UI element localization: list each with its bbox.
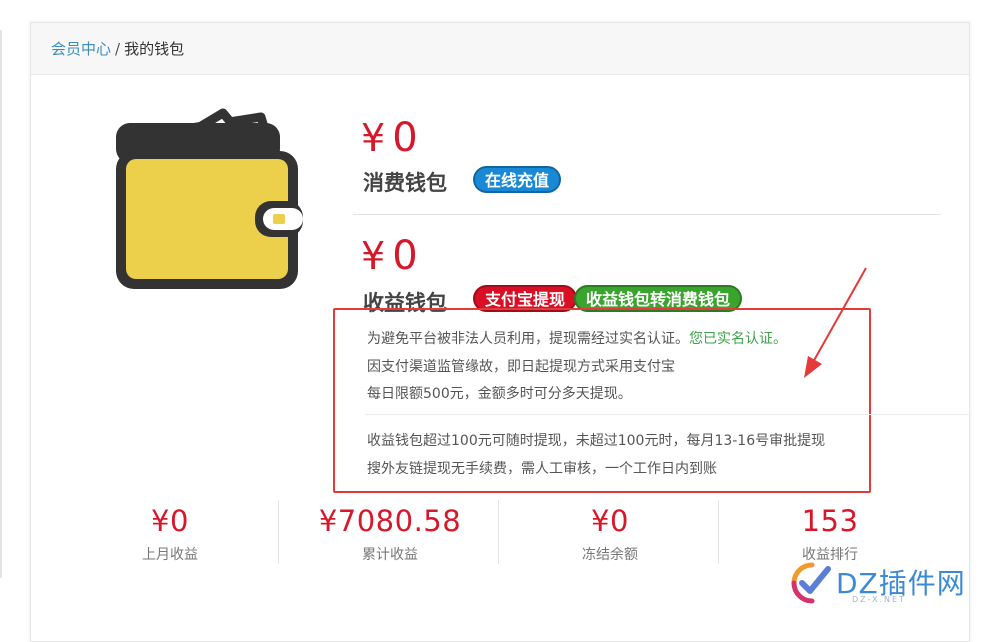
recharge-button[interactable]: 在线充值	[473, 166, 562, 193]
stat-label: 上月收益	[142, 547, 198, 563]
breadcrumb-separator: /	[115, 39, 121, 58]
wallet-icon	[116, 108, 303, 289]
notice-line-4: 收益钱包超过100元可随时提现，未超过100元时，每月13-16号审批提现	[367, 433, 826, 449]
stat-divider	[278, 500, 279, 564]
verified-status: 您已实名认证。	[689, 331, 787, 347]
notice-line-3: 每日限额500元，金额多时可分多天提现。	[367, 386, 632, 402]
consume-amount-value: 0	[392, 115, 419, 161]
income-amount-value: 0	[392, 233, 419, 279]
dz-logo-icon	[790, 561, 834, 605]
income-wallet-amount: ¥0	[361, 233, 419, 279]
dz-watermark: DZ插件网 DZ-X.NET	[786, 555, 986, 615]
consume-currency: ¥	[361, 116, 387, 160]
stat-last-month-income: ¥0 上月收益	[60, 500, 280, 564]
income-currency: ¥	[361, 234, 387, 278]
stat-divider	[718, 500, 719, 564]
stat-value: ¥0	[151, 504, 189, 538]
wallet-divider	[353, 214, 941, 215]
stat-frozen-balance: ¥0 冻结余额	[500, 500, 720, 564]
stat-value: ¥0	[591, 504, 629, 538]
left-divider	[0, 30, 2, 578]
stat-value: ¥7080.58	[318, 504, 462, 538]
stat-divider	[498, 500, 499, 564]
consume-wallet-amount: ¥0	[361, 115, 419, 161]
consume-wallet-label: 消费钱包	[363, 171, 447, 195]
stats-row: ¥0 上月收益 ¥7080.58 累计收益 ¥0 冻结余额 153 收益排行	[30, 500, 910, 570]
breadcrumb: 会员中心 / 我的钱包	[31, 23, 969, 75]
notice-line-1-text: 为避免平台被非法人员利用，提现需经过实名认证。	[367, 331, 689, 347]
stat-label: 冻结余额	[582, 547, 638, 563]
notice-divider	[365, 414, 971, 415]
stat-value: 153	[801, 504, 859, 538]
stat-total-income: ¥7080.58 累计收益	[280, 500, 500, 564]
stat-label: 累计收益	[362, 547, 418, 563]
breadcrumb-member-center-link[interactable]: 会员中心	[51, 38, 111, 59]
annotation-arrow-icon	[804, 267, 867, 378]
notice-line-2: 因支付渠道监管缘故，即日起提现方式采用支付宝	[367, 359, 675, 375]
breadcrumb-current: 我的钱包	[124, 40, 185, 58]
notice-line-5: 搜外友链提现无手续费，需人工审核，一个工作日内到账	[367, 461, 717, 477]
watermark-sub: DZ-X.NET	[852, 595, 906, 604]
notice-line-1: 为避免平台被非法人员利用，提现需经过实名认证。您已实名认证。	[367, 328, 787, 348]
